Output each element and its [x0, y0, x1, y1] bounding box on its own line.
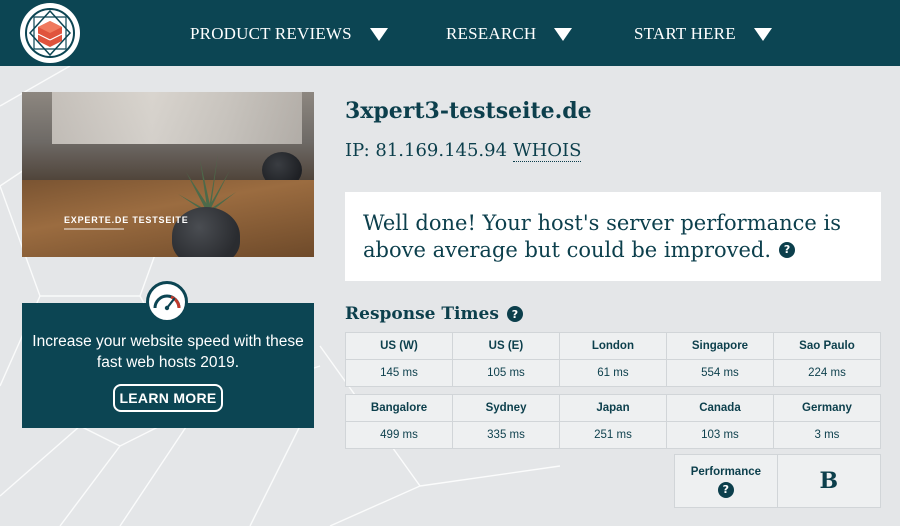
- response-times-title: Response Times: [345, 304, 499, 324]
- nav-label: PRODUCT REVIEWS: [190, 24, 352, 43]
- city-label: Singapore: [665, 332, 774, 360]
- speed-gauge-icon: [146, 281, 188, 323]
- hero-title: EXPERTE.DE TESTSEITE: [64, 215, 189, 225]
- promo-text: Increase your website speed with these f…: [32, 333, 304, 371]
- result-message-text: Well done! Your host's server performanc…: [363, 211, 842, 262]
- caret-down-icon: [554, 27, 573, 41]
- city-label: US (E): [451, 332, 560, 360]
- performance-grade: B: [776, 454, 882, 508]
- table-row: US (W) US (E) London Singapore Sao Paulo: [345, 332, 882, 360]
- city-label: Sao Paulo: [772, 332, 882, 360]
- table-row: 499 ms 335 ms 251 ms 103 ms 3 ms: [344, 421, 882, 449]
- question-circle-icon[interactable]: ?: [717, 481, 734, 498]
- nav-label: START HERE: [634, 24, 736, 43]
- table-row: Performance ? B: [674, 454, 882, 508]
- nav-product-reviews[interactable]: PRODUCT REVIEWS: [190, 22, 388, 46]
- site-screenshot-image: EXPERTE.DE TESTSEITE: [22, 92, 314, 257]
- response-time-value: 224 ms: [772, 359, 882, 387]
- site-header: PRODUCT REVIEWS RESEARCH START HERE: [0, 0, 900, 66]
- response-time-value: 3 ms: [772, 421, 882, 449]
- response-time-value: 554 ms: [665, 359, 774, 387]
- response-time-value: 499 ms: [344, 421, 454, 449]
- hero-subtitle-line: [64, 228, 124, 230]
- city-label: Bangalore: [344, 394, 454, 422]
- performance-label: Performance: [690, 466, 762, 478]
- result-message: Well done! Your host's server performanc…: [363, 210, 868, 264]
- city-label: US (W): [345, 332, 453, 360]
- ip-address: IP: 81.169.145.94: [345, 140, 508, 161]
- city-label: Sydney: [452, 394, 561, 422]
- ip-address-line: IP: 81.169.145.94 WHOIS: [345, 140, 582, 162]
- performance-grade-table: Performance ? B: [674, 454, 882, 508]
- response-times-table-1: US (W) US (E) London Singapore Sao Paulo…: [345, 332, 882, 387]
- nav-research[interactable]: RESEARCH: [446, 22, 573, 46]
- plant-icon: [178, 154, 236, 214]
- domain-title: 3xpert3-testseite.de: [345, 98, 592, 124]
- table-row: 145 ms 105 ms 61 ms 554 ms 224 ms: [345, 359, 882, 387]
- response-times-heading: Response Times ?: [345, 304, 523, 324]
- city-label: Canada: [665, 394, 774, 422]
- nav-label: RESEARCH: [446, 24, 537, 43]
- city-label: Germany: [772, 394, 882, 422]
- question-circle-icon[interactable]: ?: [779, 241, 796, 258]
- experte-logo-icon[interactable]: [20, 3, 80, 63]
- response-times-table-2: Bangalore Sydney Japan Canada Germany 49…: [344, 394, 882, 449]
- nav-start-here[interactable]: START HERE: [634, 22, 772, 46]
- response-time-value: 145 ms: [345, 359, 453, 387]
- caret-down-icon: [753, 27, 772, 41]
- result-box: Well done! Your host's server performanc…: [345, 192, 881, 281]
- city-label: Japan: [559, 394, 667, 422]
- response-time-value: 251 ms: [559, 421, 667, 449]
- response-time-value: 335 ms: [452, 421, 561, 449]
- hero-window-light: [52, 92, 302, 144]
- performance-label-cell: Performance ?: [674, 454, 778, 508]
- caret-down-icon: [369, 27, 388, 41]
- response-time-value: 61 ms: [558, 359, 667, 387]
- response-time-value: 103 ms: [665, 421, 774, 449]
- learn-more-button[interactable]: LEARN MORE: [113, 384, 223, 412]
- response-time-value: 105 ms: [451, 359, 560, 387]
- table-row: Bangalore Sydney Japan Canada Germany: [344, 394, 882, 422]
- city-label: London: [558, 332, 667, 360]
- question-circle-icon[interactable]: ?: [506, 306, 523, 322]
- whois-link[interactable]: WHOIS: [513, 140, 582, 162]
